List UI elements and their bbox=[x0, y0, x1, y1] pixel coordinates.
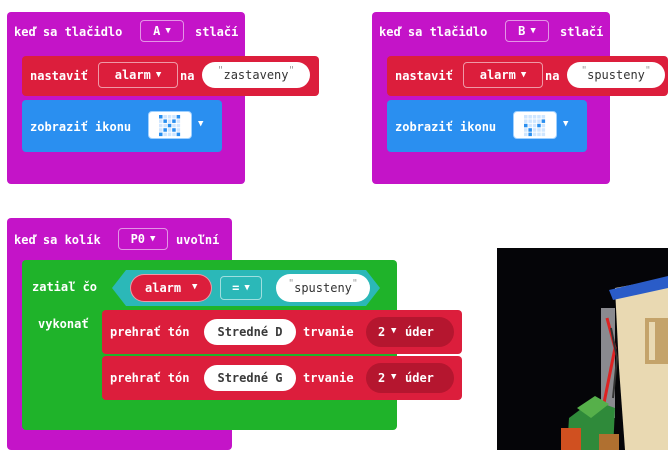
chevron-down-icon: ▼ bbox=[391, 372, 397, 382]
chevron-down-icon: ▼ bbox=[198, 119, 204, 129]
set-label: nastaviť bbox=[395, 69, 453, 83]
variable-reporter-label: alarm bbox=[145, 281, 182, 295]
variable-dropdown-a[interactable]: alarm ▼ bbox=[98, 62, 178, 88]
icon-dropdown-a[interactable]: ▼ bbox=[146, 110, 214, 140]
block-on-button-b[interactable]: keď sa tlačidlo B ▼ stlačí nastaviť alarm… bbox=[365, 0, 668, 190]
beats-value: 2 bbox=[378, 325, 386, 339]
chevron-down-icon: ▼ bbox=[192, 282, 198, 292]
chevron-down-icon: ▼ bbox=[155, 69, 162, 80]
photo-image bbox=[497, 248, 668, 450]
compare-value-input[interactable]: " spusteny " bbox=[276, 274, 370, 302]
show-icon-label: zobraziť ikonu bbox=[30, 120, 132, 134]
show-icon-label: zobraziť ikonu bbox=[395, 120, 497, 134]
hat-prefix-label: keď sa tlačidlo bbox=[14, 25, 123, 39]
do-label: vykonať bbox=[38, 317, 89, 331]
hat-suffix-label: uvoľní bbox=[176, 233, 220, 247]
button-dropdown-a[interactable]: A ▼ bbox=[140, 20, 184, 42]
duration-label: trvanie bbox=[303, 325, 354, 339]
x-icon bbox=[148, 111, 192, 139]
hat-prefix-label: keď sa tlačidlo bbox=[379, 25, 488, 39]
beats-unit: úder bbox=[405, 325, 434, 339]
device-photo bbox=[497, 248, 668, 450]
hat-suffix-label: stlačí bbox=[560, 25, 604, 39]
duration-label: trvanie bbox=[303, 371, 354, 385]
chevron-down-icon: ▼ bbox=[530, 25, 536, 36]
chevron-down-icon: ▼ bbox=[563, 119, 569, 129]
note-input-1[interactable]: Stredné D bbox=[204, 319, 296, 345]
check-icon bbox=[513, 111, 557, 139]
button-dropdown-b[interactable]: B ▼ bbox=[505, 20, 549, 42]
beats-unit: úder bbox=[405, 371, 434, 385]
variable-dropdown-b[interactable]: alarm ▼ bbox=[463, 62, 543, 88]
to-label: na bbox=[545, 69, 560, 83]
hat-suffix-label: stlačí bbox=[195, 25, 239, 39]
block-on-pin-released[interactable]: keď sa kolík P0 ▼ uvoľní zatiaľ čo alarm … bbox=[0, 210, 470, 450]
chevron-down-icon: ▼ bbox=[520, 69, 527, 80]
block-on-button-a[interactable]: keď sa tlačidlo A ▼ stlačí nastaviť alarm… bbox=[0, 0, 319, 190]
value-input-b[interactable]: " spusteny " bbox=[567, 62, 665, 88]
chevron-down-icon: ▼ bbox=[165, 25, 171, 36]
note-input-2[interactable]: Stredné G bbox=[204, 365, 296, 391]
chevron-down-icon: ▼ bbox=[150, 233, 156, 244]
to-label: na bbox=[180, 69, 195, 83]
play-tone-label: prehrať tón bbox=[110, 371, 190, 385]
chevron-down-icon: ▼ bbox=[244, 282, 250, 293]
play-tone-label: prehrať tón bbox=[110, 325, 190, 339]
operator-dropdown[interactable]: = ▼ bbox=[220, 276, 262, 300]
pin-dropdown[interactable]: P0 ▼ bbox=[118, 228, 168, 250]
set-label: nastaviť bbox=[30, 69, 88, 83]
hat-prefix-label: keď sa kolík bbox=[14, 233, 101, 247]
icon-dropdown-b[interactable]: ▼ bbox=[511, 110, 579, 140]
chevron-down-icon: ▼ bbox=[391, 326, 397, 336]
value-input-a[interactable]: " zastaveny " bbox=[202, 62, 310, 88]
while-label: zatiaľ čo bbox=[32, 280, 98, 294]
beats-value: 2 bbox=[378, 371, 386, 385]
